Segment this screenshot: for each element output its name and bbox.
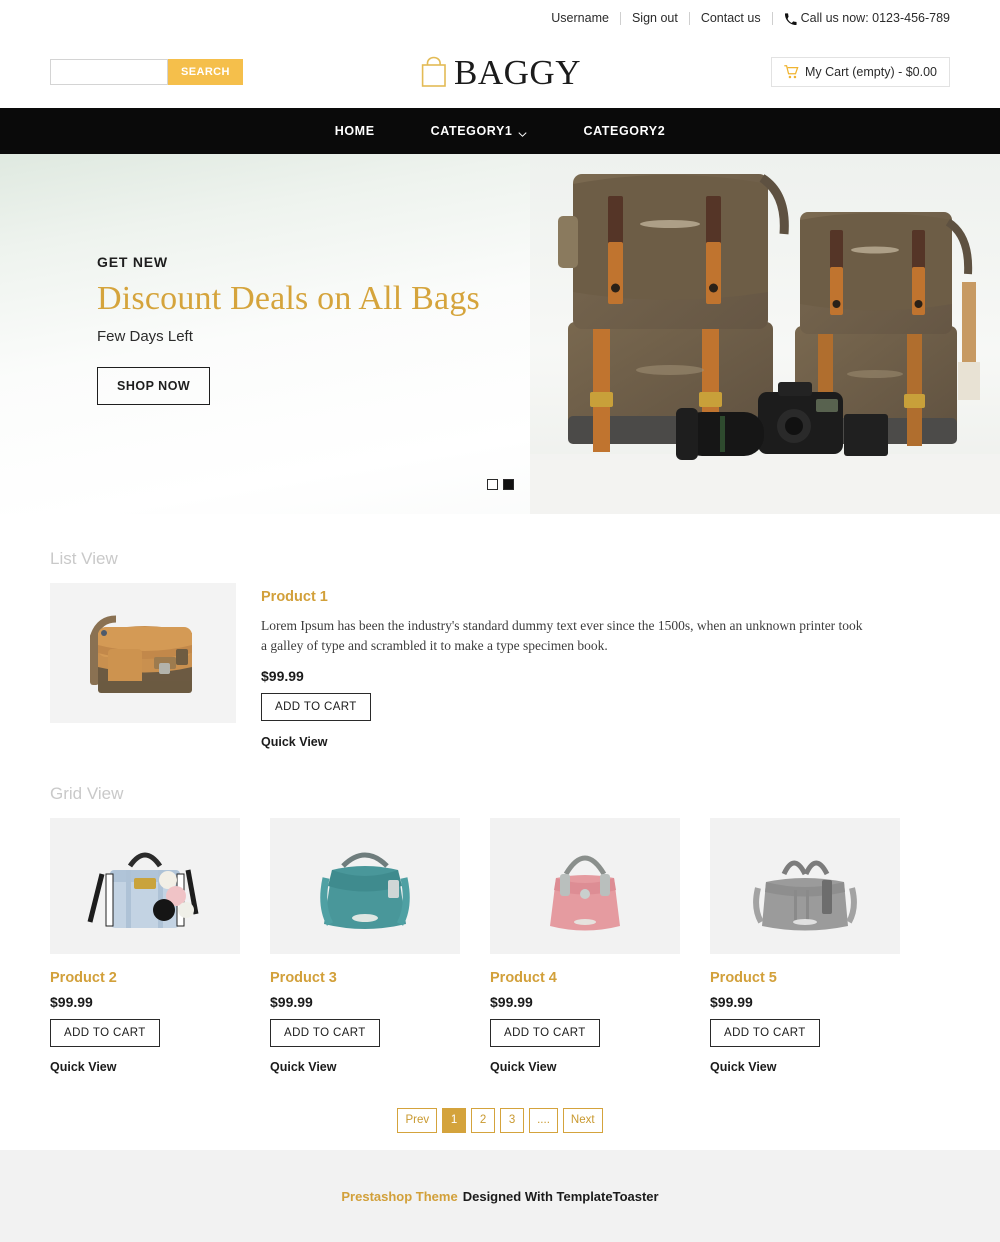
utility-topbar: Username Sign out Contact us Call us now… <box>0 0 1000 36</box>
phone-number-text: Call us now: 0123-456-789 <box>800 11 950 25</box>
grid-item: Product 5 $99.99 ADD TO CART Quick View <box>710 817 900 1074</box>
shopping-cart-icon <box>784 65 799 79</box>
shop-now-button[interactable]: SHOP NOW <box>97 367 211 406</box>
nav-item-home[interactable]: HOME <box>307 124 403 138</box>
shopping-bag-icon <box>419 56 449 88</box>
pagination-prev[interactable]: Prev <box>397 1107 438 1133</box>
quick-view-link[interactable]: Quick View <box>710 1060 900 1074</box>
call-us-block: Call us now: 0123-456-789 <box>784 11 950 25</box>
product-description: Lorem Ipsum has been the industry's stan… <box>261 618 863 654</box>
add-to-cart-button[interactable]: ADD TO CART <box>710 1018 820 1047</box>
hero-title: Discount Deals on All Bags <box>97 280 480 317</box>
product-title[interactable]: Product 5 <box>710 970 900 986</box>
hero-image <box>530 154 1000 514</box>
product-price: $99.99 <box>490 993 533 1010</box>
pagination-page-2[interactable]: 2 <box>471 1107 496 1133</box>
cart-button[interactable]: My Cart (empty) - $0.00 <box>771 57 950 87</box>
list-item-info: Product 1 Lorem Ipsum has been the indus… <box>261 583 950 749</box>
grid-item: Product 2 $99.99 ADD TO CART Quick View <box>50 817 240 1074</box>
list-view-label: List View <box>50 549 118 568</box>
nav-item-category2[interactable]: CATEGORY2 <box>555 124 693 138</box>
topbar-divider <box>771 11 773 25</box>
pagination: Prev 1 2 3 .... Next <box>50 1107 950 1133</box>
product-title[interactable]: Product 4 <box>490 970 680 986</box>
quick-view-link[interactable]: Quick View <box>270 1060 460 1074</box>
product-title[interactable]: Product 2 <box>50 970 240 986</box>
products-area: List View Product 1 Lorem Ipsum has been… <box>0 549 1000 1133</box>
add-to-cart-button[interactable]: ADD TO CART <box>270 1018 380 1047</box>
product-price: $99.99 <box>50 993 93 1010</box>
sign-out-link[interactable]: Sign out <box>632 11 678 25</box>
product-image-2[interactable] <box>50 817 240 954</box>
hero-subtitle: Few Days Left <box>97 328 193 346</box>
carousel-indicators <box>0 479 1000 490</box>
quick-view-link[interactable]: Quick View <box>490 1060 680 1074</box>
search-button[interactable]: SEARCH <box>168 59 243 85</box>
site-header: SEARCH BAGGY My Cart (empty) - $0.00 <box>0 36 1000 108</box>
search-input[interactable] <box>50 59 168 85</box>
product-image-1[interactable] <box>50 583 236 723</box>
pagination-page-3[interactable]: 3 <box>500 1107 525 1133</box>
main-navigation: HOME CATEGORY1 CATEGORY2 <box>0 108 1000 154</box>
quick-view-link[interactable]: Quick View <box>261 735 950 749</box>
logo-text: BAGGY <box>454 52 581 92</box>
product-title[interactable]: Product 1 <box>261 589 950 605</box>
site-footer: Prestashop Theme Designed With TemplateT… <box>0 1150 1000 1242</box>
nav-item-category1[interactable]: CATEGORY1 <box>403 124 556 138</box>
product-price: $99.99 <box>261 667 304 684</box>
contact-us-link[interactable]: Contact us <box>701 11 761 25</box>
carousel-dot-1[interactable] <box>486 479 498 490</box>
hero-kicker: GET NEW <box>97 254 168 270</box>
cart-label: My Cart (empty) - $0.00 <box>805 65 937 79</box>
product-title[interactable]: Product 3 <box>270 970 460 986</box>
add-to-cart-button[interactable]: ADD TO CART <box>50 1018 160 1047</box>
product-price: $99.99 <box>270 993 313 1010</box>
nav-label: CATEGORY2 <box>583 124 666 138</box>
grid-item: Product 3 $99.99 ADD TO CART Quick View <box>270 817 460 1074</box>
hero-text-block: GET NEW Discount Deals on All Bags Few D… <box>97 254 480 406</box>
username-link[interactable]: Username <box>551 11 609 25</box>
grid-item: Product 4 $99.99 ADD TO CART Quick View <box>490 817 680 1074</box>
product-image-5[interactable] <box>710 817 900 954</box>
search-form: SEARCH <box>50 59 243 85</box>
topbar-divider <box>688 11 690 25</box>
chevron-down-icon <box>518 127 528 137</box>
carousel-dot-2[interactable] <box>502 479 514 490</box>
add-to-cart-button[interactable]: ADD TO CART <box>261 692 371 721</box>
hero-carousel: GET NEW Discount Deals on All Bags Few D… <box>0 154 1000 514</box>
footer-credit-text: Designed With TemplateToaster <box>462 1188 659 1204</box>
list-item: Product 1 Lorem Ipsum has been the indus… <box>50 583 950 749</box>
add-to-cart-button[interactable]: ADD TO CART <box>490 1018 600 1047</box>
quick-view-link[interactable]: Quick View <box>50 1060 240 1074</box>
nav-label: HOME <box>334 124 375 138</box>
product-image-4[interactable] <box>490 817 680 954</box>
product-grid: Product 2 $99.99 ADD TO CART Quick View … <box>50 817 950 1074</box>
pagination-page-1[interactable]: 1 <box>442 1107 467 1133</box>
topbar-divider <box>619 11 621 25</box>
phone-icon <box>784 12 797 26</box>
pagination-ellipsis[interactable]: .... <box>529 1107 558 1133</box>
nav-label: CATEGORY1 <box>430 124 513 138</box>
product-price: $99.99 <box>710 993 753 1010</box>
footer-brand-text: Prestashop Theme <box>341 1188 458 1204</box>
grid-view-label: Grid View <box>50 783 124 803</box>
pagination-next[interactable]: Next <box>562 1107 603 1133</box>
product-image-3[interactable] <box>270 817 460 954</box>
